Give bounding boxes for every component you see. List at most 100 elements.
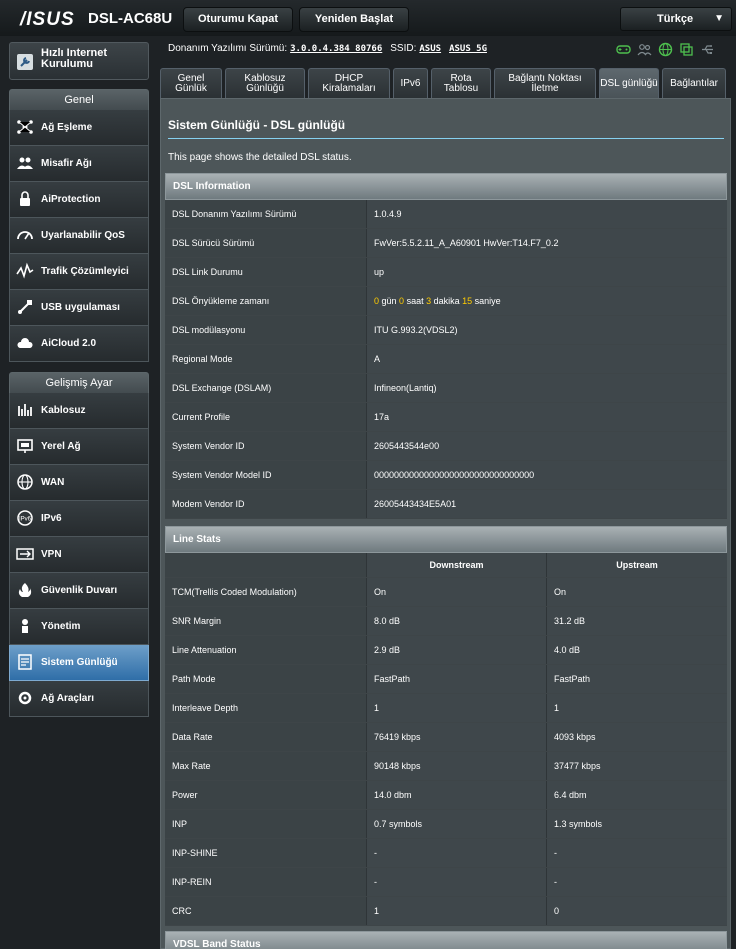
top-bar: /ISUS DSL-AC68U Oturumu Kapat Yeniden Ba… [0,0,736,36]
sidebar-item-firewall[interactable]: Güvenlik Duvarı [9,573,149,609]
table-row: DSL Önyükleme zamanı 0 gün 0 saat 3 dakik… [165,287,727,316]
downstream-column-header: Downstream [367,553,547,577]
sidebar-item-traffic-analyzer[interactable]: Trafik Çözümleyici [9,254,149,290]
system-log-icon [16,653,34,671]
line-stats-column-header: Downstream Upstream [165,553,727,578]
downstream-value: 90148 kbps [367,752,547,780]
sidebar-item-network-tools[interactable]: Ağ Araçları [9,681,149,717]
upstream-value: - [547,868,727,896]
firewall-icon [16,581,34,599]
wps-icon[interactable] [679,42,694,57]
tab-8[interactable]: Bağlantılar [662,68,726,98]
tab-1[interactable]: Genel Günlük [160,68,222,98]
upstream-value: FastPath [547,665,727,693]
sidebar-item-qos-gauge[interactable]: Uyarlanabilir QoS [9,218,149,254]
downstream-value: - [367,839,547,867]
tab-label: DSL günlüğü [600,77,658,89]
usb-status-icon[interactable] [700,42,715,57]
row-key: System Vendor ID [165,432,367,460]
uptime-unit: saniye [472,296,501,306]
dsl-information-table: DSL Information DSL Donanım Yazılımı Sür… [165,173,727,519]
quick-internet-setup-button[interactable]: Hızlı Internet Kurulumu [9,42,149,80]
sidebar-item-wireless[interactable]: Kablosuz [9,393,149,429]
sidebar-item-label: Misafir Ağı [41,158,92,169]
table-row: Modem Vendor ID 26005443434E5A01 [165,490,727,519]
aicloud-icon [16,334,34,352]
table-row: System Vendor ID 2605443544e00 [165,432,727,461]
table-row: SNR Margin 8.0 dB 31.2 dB [165,607,727,636]
downstream-value: 1 [367,694,547,722]
table-row: DSL Link Durumu up [165,258,727,287]
sidebar-item-label: AiProtection [41,194,101,205]
sidebar-item-aicloud[interactable]: AiCloud 2.0 [9,326,149,362]
tab-7[interactable]: DSL günlüğü [599,68,659,98]
ssid-link-2g[interactable]: ASUS [419,44,441,54]
line-stats-table: Line Stats Downstream Upstream TCM(Trell… [165,526,727,926]
row-value: FwVer:5.5.2.11_A_A60901 HwVer:T14.F7_0.2 [367,229,727,257]
tab-label: Bağlantılar [670,77,718,89]
vpn-icon [16,545,34,563]
sidebar-item-system-log[interactable]: Sistem Günlüğü [9,645,149,681]
ipv6-icon: IPv6 [16,509,34,527]
row-key: DSL Link Durumu [165,258,367,286]
row-key: Interleave Depth [165,694,367,722]
logout-button[interactable]: Oturumu Kapat [183,7,293,32]
tab-4[interactable]: IPv6 [393,68,428,98]
upstream-value: 6.4 dbm [547,781,727,809]
sidebar-item-wan-globe[interactable]: WAN [9,465,149,501]
sidebar-item-lan[interactable]: Yerel Ağ [9,429,149,465]
gamepad-icon[interactable] [616,42,631,57]
sidebar-item-label: Güvenlik Duvarı [41,585,118,596]
downstream-value: 0.7 symbols [367,810,547,838]
row-value: 26005443434E5A01 [367,490,727,518]
sidebar-item-administration[interactable]: Yönetim [9,609,149,645]
row-key: SNR Margin [165,607,367,635]
uptime-unit: dakika [431,296,463,306]
row-value: Infineon(Lantiq) [367,374,727,402]
tab-3[interactable]: DHCP Kiralamaları [308,68,390,98]
usb-application-icon [16,298,34,316]
sidebar-item-aiprotection-lock[interactable]: AiProtection [9,182,149,218]
table-row: DSL Exchange (DSLAM) Infineon(Lantiq) [165,374,727,403]
internet-status-icon[interactable] [658,42,673,57]
page-description: This page shows the detailed DSL status. [168,152,352,163]
tab-5[interactable]: Rota Tablosu [431,68,491,98]
sidebar-item-usb-application[interactable]: USB uygulaması [9,290,149,326]
row-key: DSL Önyükleme zamanı [165,287,367,315]
row-value: ITU G.993.2(VDSL2) [367,316,727,344]
sidebar-item-label: Ağ Eşleme [41,122,93,133]
reboot-button[interactable]: Yeniden Başlat [299,7,409,32]
table-row: Regional Mode A [165,345,727,374]
clients-icon[interactable] [637,42,652,57]
row-key: TCM(Trellis Coded Modulation) [165,578,367,606]
asus-logo: /ISUS [20,9,75,30]
downstream-value: 14.0 dbm [367,781,547,809]
tab-2[interactable]: Kablosuz Günlüğü [225,68,305,98]
row-key: Modem Vendor ID [165,490,367,518]
ssid-link-5g[interactable]: ASUS_5G [449,44,487,54]
svg-text:IPv6: IPv6 [19,517,32,523]
sidebar-item-guest-network[interactable]: Misafir Ağı [9,146,149,182]
page-title: Sistem Günlüğü - DSL günlüğü [168,118,346,132]
sidebar-item-label: Ağ Araçları [41,693,94,704]
network-tools-icon [16,689,34,707]
ssid-label: SSID: [390,43,417,54]
sidebar-item-network-map[interactable]: Ağ Eşleme [9,110,149,146]
upstream-column-header: Upstream [547,553,727,577]
firmware-version-link[interactable]: 3.0.0.4.384_80766 [290,44,382,54]
tab-label: Genel Günlük [175,72,207,94]
sidebar-item-ipv6[interactable]: IPv6 IPv6 [9,501,149,537]
aiprotection-lock-icon [16,190,34,208]
sidebar-item-vpn[interactable]: VPN [9,537,149,573]
table-row: DSL Sürücü Sürümü FwVer:5.5.2.11_A_A60901… [165,229,727,258]
vdsl-band-status-header: VDSL Band Status [165,931,727,949]
row-value: A [367,345,727,373]
sidebar-item-label: Sistem Günlüğü [41,657,118,668]
sidebar-item-label: VPN [41,549,62,560]
tab-label: DHCP Kiralamaları [322,72,376,94]
table-row: Current Profile 17a [165,403,727,432]
title-divider [168,138,724,139]
traffic-analyzer-icon [16,262,34,280]
tab-6[interactable]: Bağlantı Noktası İletme [494,68,596,98]
language-select[interactable]: Türkçe ▼ [620,7,732,31]
